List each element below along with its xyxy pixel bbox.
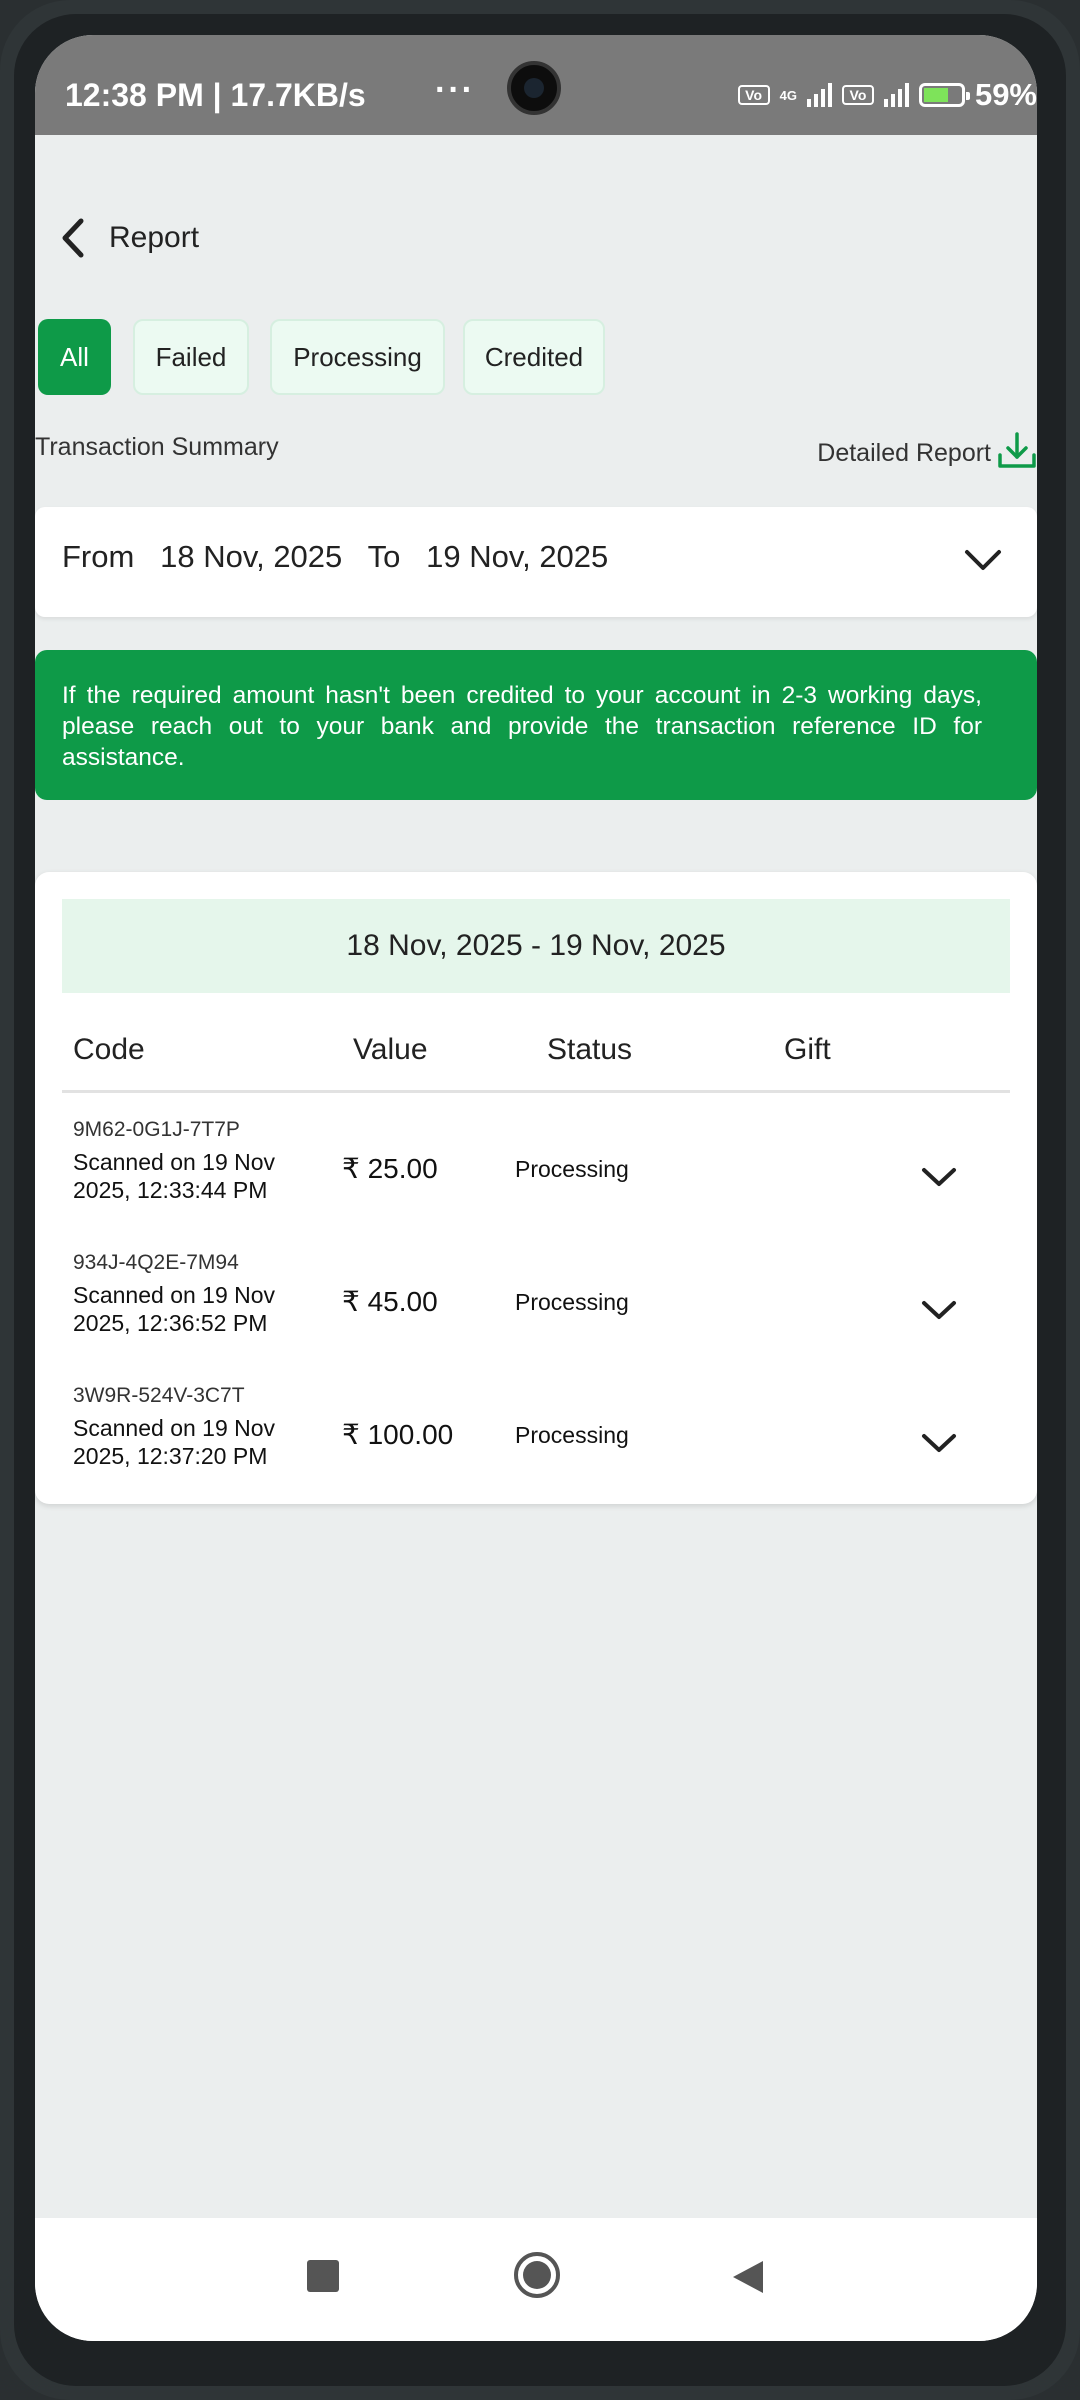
camera-cutout <box>507 61 561 115</box>
to-date: 19 Nov, 2025 <box>426 539 609 574</box>
filter-chip-processing[interactable]: Processing <box>270 319 445 395</box>
filter-chip-all[interactable]: All <box>38 319 111 395</box>
table-row[interactable]: 9M62-0G1J-7T7P Scanned on 19 Nov 2025, 1… <box>35 1118 1037 1228</box>
transaction-value: ₹ 45.00 <box>342 1286 438 1317</box>
transactions-range: 18 Nov, 2025 - 19 Nov, 2025 <box>62 899 1010 993</box>
to-label: To <box>367 539 401 574</box>
download-icon[interactable] <box>997 431 1037 471</box>
header-divider <box>62 1090 1010 1093</box>
filter-chip-failed[interactable]: Failed <box>133 319 249 395</box>
from-date: 18 Nov, 2025 <box>160 539 343 574</box>
system-nav-bar <box>35 2218 1037 2341</box>
transaction-code: 934J-4Q2E-7M94 <box>73 1251 239 1274</box>
column-header-value: Value <box>353 1033 428 1066</box>
volte-icon: Vo <box>737 85 770 105</box>
page-title: Report <box>109 221 200 254</box>
transaction-status: Processing <box>515 1422 629 1448</box>
column-header-gift: Gift <box>784 1033 831 1066</box>
chevron-down-icon[interactable] <box>920 1297 958 1323</box>
scanned-time: Scanned on 19 Nov 2025, 12:37:20 PM <box>73 1415 276 1469</box>
date-range-selector[interactable]: From 18 Nov, 2025 To 19 Nov, 2025 <box>35 507 1037 617</box>
from-label: From <box>62 539 135 574</box>
battery-level: 59% <box>974 77 1037 112</box>
transaction-value: ₹ 100.00 <box>342 1419 454 1450</box>
status-more-icon: ··· <box>435 71 475 109</box>
column-header-status: Status <box>547 1033 633 1066</box>
transaction-code: 3W9R-524V-3C7T <box>73 1384 245 1407</box>
nav-back-button[interactable] <box>731 2259 765 2295</box>
date-range-text: From 18 Nov, 2025 To 19 Nov, 2025 <box>62 539 608 575</box>
scanned-time: Scanned on 19 Nov 2025, 12:33:44 PM <box>73 1149 276 1203</box>
screen: 12:38 PM | 17.7KB/s ··· Vo 4G Vo 59% Rep… <box>35 35 1037 2341</box>
chevron-down-icon[interactable] <box>963 545 1003 575</box>
transaction-status: Processing <box>515 1289 629 1315</box>
transactions-card: 18 Nov, 2025 - 19 Nov, 2025 Code Value S… <box>35 872 1037 1504</box>
chevron-down-icon[interactable] <box>920 1164 958 1190</box>
status-right: Vo 4G Vo 59% <box>737 77 1037 113</box>
back-icon[interactable] <box>53 213 93 263</box>
home-button[interactable] <box>513 2251 561 2299</box>
signal-icon <box>806 83 832 107</box>
status-time: 12:38 PM | 17.7KB/s <box>65 77 366 113</box>
transaction-status: Processing <box>515 1156 629 1182</box>
battery-icon <box>918 83 970 107</box>
detailed-report-link[interactable]: Detailed Report <box>817 439 991 468</box>
volte-icon-2: Vo <box>841 85 874 105</box>
filter-chip-credited[interactable]: Credited <box>463 319 605 395</box>
table-row[interactable]: 3W9R-524V-3C7T Scanned on 19 Nov 2025, 1… <box>35 1384 1037 1494</box>
table-row[interactable]: 934J-4Q2E-7M94 Scanned on 19 Nov 2025, 1… <box>35 1251 1037 1361</box>
signal-icon-2 <box>883 83 909 107</box>
transaction-summary-label: Transaction Summary <box>35 433 279 461</box>
transaction-value: ₹ 25.00 <box>342 1153 438 1184</box>
info-notice: If the required amount hasn't been credi… <box>35 650 1037 800</box>
chevron-down-icon[interactable] <box>920 1430 958 1456</box>
scanned-time: Scanned on 19 Nov 2025, 12:36:52 PM <box>73 1282 276 1336</box>
recents-button[interactable] <box>307 2260 339 2292</box>
status-bar: 12:38 PM | 17.7KB/s ··· Vo 4G Vo 59% <box>35 35 1037 135</box>
net-type-label: 4G <box>779 87 797 103</box>
column-header-code: Code <box>73 1033 145 1066</box>
transaction-code: 9M62-0G1J-7T7P <box>73 1118 240 1141</box>
